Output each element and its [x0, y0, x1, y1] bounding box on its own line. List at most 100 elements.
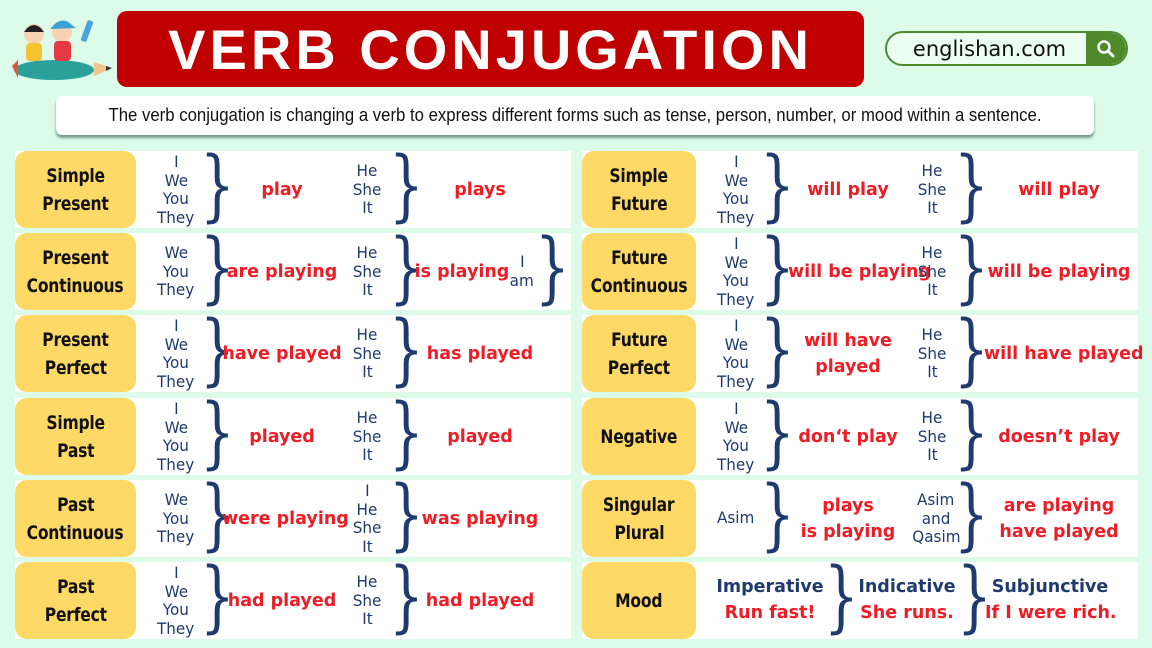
verb-form: doesn’t play: [984, 424, 1134, 450]
pronoun: Qasim: [911, 527, 961, 546]
verb-text: plays: [822, 496, 874, 516]
tense-label-text: Negative: [600, 425, 678, 448]
logo-illustration: [4, 10, 114, 85]
tense-label-text: Perfect: [44, 356, 107, 379]
pronoun: I: [733, 316, 739, 335]
tense-label-text: Singular: [603, 493, 675, 516]
pronoun-group: I He She It: [337, 481, 397, 556]
verb-text: will be playing: [788, 262, 931, 282]
title-banner: VERB CONJUGATION: [117, 11, 864, 87]
pronoun: They: [157, 618, 195, 638]
pronoun: It: [361, 536, 373, 556]
pronoun: She: [917, 261, 947, 281]
tense-label: Simple Present: [15, 151, 136, 228]
conjugation-row: Present Continuous We You They} are playing He…: [15, 229, 571, 310]
pronoun: You: [722, 189, 750, 208]
pronoun-group: He She It: [902, 243, 962, 300]
pronoun-group: He She It: [337, 325, 397, 382]
verb-text: will be playing: [987, 262, 1131, 282]
mood-example: Run fast!: [724, 603, 816, 623]
conjugation-row: Past Perfect I We You They} had played He She It}…: [15, 558, 571, 639]
pronoun: You: [162, 436, 190, 455]
mood-name: Imperative: [716, 577, 824, 597]
pronoun: They: [717, 371, 755, 391]
search-button[interactable]: [1086, 33, 1126, 64]
verb-text: will play: [807, 180, 889, 200]
conjugation-row: Simple Past I We You They} played He She It} playe…: [15, 394, 571, 475]
tense-label: Simple Past: [15, 398, 136, 475]
verb-form: have played: [222, 341, 342, 367]
verb-form: played: [405, 424, 555, 450]
verb-text: had played: [227, 591, 337, 611]
verb-form: will be playing: [984, 259, 1134, 285]
pronoun: I: [173, 152, 179, 171]
pronoun: It: [361, 198, 373, 217]
tense-label: Present Perfect: [15, 315, 136, 392]
pronoun: She: [917, 179, 947, 199]
verb-text: played: [447, 427, 513, 447]
pronoun: and: [921, 508, 951, 528]
verb-form: play: [222, 177, 342, 203]
verb-text: has played: [426, 344, 534, 364]
page-title: VERB CONJUGATION: [168, 17, 813, 81]
verb-text: will play: [1018, 180, 1100, 200]
pronoun: We: [164, 243, 188, 262]
verb-form: are playing have played: [984, 493, 1134, 545]
verb-form: has played: [405, 341, 555, 367]
brace-icon: }: [957, 552, 992, 642]
tense-label-text: Past: [56, 493, 95, 516]
verb-form: played: [222, 424, 342, 450]
mood-name: Subjunctive: [991, 577, 1109, 597]
pronoun: They: [157, 280, 195, 299]
search-icon: [1097, 39, 1115, 57]
verb-text: are playing: [226, 262, 338, 282]
verb-text: don‘t play: [798, 427, 898, 447]
pronoun: She: [352, 179, 382, 199]
tense-label-text: Past: [56, 439, 95, 462]
pronoun-group: I We You They: [706, 399, 766, 474]
pronoun-group: He She It: [902, 325, 962, 382]
tense-label: Singular Plural: [582, 480, 696, 557]
pronoun: I: [173, 399, 179, 418]
pronoun: She: [352, 343, 382, 363]
mood-item: Imperative Run fast!: [705, 574, 835, 626]
conjugation-row: Simple Present I We You They} play He She It} play…: [15, 147, 571, 228]
tense-label-text: Present: [42, 246, 109, 269]
site-url[interactable]: englishan.com: [887, 37, 1086, 61]
verb-text: is playing: [800, 522, 896, 542]
pronoun: It: [361, 609, 373, 628]
pronoun: You: [722, 436, 750, 455]
pronoun: He: [921, 408, 943, 427]
verb-text: are playing: [1003, 496, 1115, 516]
pronoun: You: [162, 353, 190, 372]
tense-label-text: Continuous: [27, 274, 124, 297]
tense-label-text: Future: [610, 192, 668, 215]
pronoun: She: [352, 261, 382, 281]
definition-text: The verb conjugation is changing a verb …: [56, 96, 1094, 135]
pronoun: She: [352, 590, 382, 610]
pronoun: You: [162, 189, 190, 208]
pronoun-group: I We You They: [146, 399, 206, 474]
pronoun: It: [926, 445, 938, 464]
pronoun: You: [722, 353, 750, 372]
pronoun-group: He She It: [337, 161, 397, 218]
pronoun: It: [361, 280, 373, 299]
pronoun: She: [917, 426, 947, 446]
mood-example: She runs.: [860, 603, 954, 623]
mood-example: If I were rich.: [985, 603, 1117, 623]
tense-label: Past Continuous: [15, 480, 136, 557]
pronoun-group: I We You They: [706, 234, 766, 309]
conjugation-row: Present Perfect I We You They} have played He Sh…: [15, 311, 571, 392]
verb-form: will play: [984, 177, 1134, 203]
verb-form: were playing: [222, 506, 349, 532]
pronoun: Asim: [917, 490, 955, 509]
verb-form: plays is playing: [788, 493, 908, 545]
site-search-pill[interactable]: englishan.com: [885, 31, 1128, 66]
tense-label-text: Simple: [46, 164, 105, 187]
mood-item: Indicative She runs.: [842, 574, 972, 626]
pronoun: You: [162, 508, 190, 528]
tense-label: Mood: [582, 562, 696, 639]
verb-form: don‘t play: [788, 424, 908, 450]
pronoun: We: [164, 581, 188, 601]
pronoun: He: [356, 572, 378, 591]
